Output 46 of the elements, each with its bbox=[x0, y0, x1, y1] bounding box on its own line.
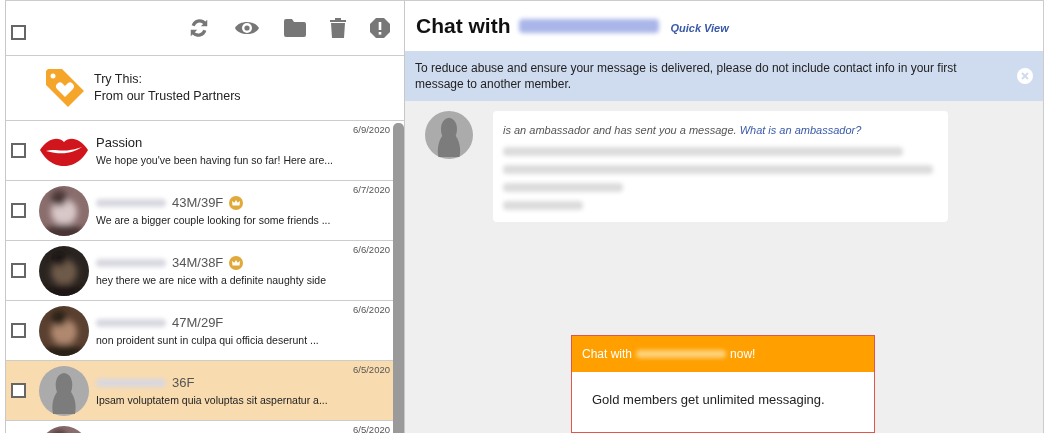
promo-title: Try This: bbox=[94, 71, 143, 88]
message-preview: We are a bigger couple looking for some friends ... bbox=[96, 214, 331, 226]
checkbox[interactable] bbox=[11, 203, 26, 218]
silhouette-avatar bbox=[425, 111, 473, 159]
promo-subtitle: From our Trusted Partners bbox=[94, 88, 241, 105]
notice-text: To reduce abuse and ensure your message is delivered, please do not include contact info in your first message to another member. bbox=[415, 60, 958, 93]
conversation-item[interactable]: 43M/39F We are a bigger couple looking for some friends ... 6/7/2020 bbox=[6, 181, 393, 241]
message-preview: Ipsam voluptatem quia voluptas sit aspernatur a... bbox=[96, 394, 328, 406]
message-preview: hey there we are nice with a definite naughty side bbox=[96, 274, 326, 286]
conversation-item[interactable]: 6/5/2020 bbox=[6, 421, 393, 433]
eye-icon[interactable] bbox=[234, 19, 260, 37]
checkbox[interactable] bbox=[11, 323, 26, 338]
sender-info: 36F bbox=[172, 375, 195, 390]
sender-info: 43M/39F bbox=[172, 195, 224, 210]
message-preview: non proident sunt in culpa qui officia deserunt ... bbox=[96, 334, 319, 346]
conversation-item[interactable]: Passion We hope you've been having fun so far! Here are... 6/9/2020 bbox=[6, 121, 393, 181]
checkbox[interactable] bbox=[11, 383, 26, 398]
scrollbar[interactable] bbox=[393, 123, 404, 433]
folder-icon[interactable] bbox=[284, 19, 306, 37]
message-date: 6/9/2020 bbox=[353, 124, 390, 135]
message-date: 6/5/2020 bbox=[353, 364, 390, 375]
refresh-icon[interactable] bbox=[188, 17, 210, 39]
message-preview: We hope you've been having fun so far! Here are... bbox=[96, 154, 334, 166]
upsell-title: now! bbox=[730, 347, 756, 361]
trash-icon[interactable] bbox=[330, 18, 346, 38]
report-icon[interactable] bbox=[370, 18, 390, 38]
ambassador-link[interactable]: What is an ambassador? bbox=[739, 124, 862, 136]
sender-info: 34M/38F bbox=[172, 255, 224, 270]
conversation-item[interactable]: 36F Ipsam voluptatem quia voluptas sit aspernatur a... 6/5/2020 bbox=[6, 361, 393, 421]
silhouette-avatar bbox=[39, 365, 89, 416]
upsell-title: Chat with bbox=[582, 347, 633, 361]
chat-title: Chat with bbox=[416, 14, 511, 39]
sender-name: Passion bbox=[96, 135, 143, 150]
upsell-text: Gold members get unlimited messaging. bbox=[592, 392, 825, 407]
checkbox[interactable] bbox=[11, 263, 26, 278]
message-intro: is an ambassador and has sent you a message. What is an ambassador? bbox=[503, 124, 862, 136]
message-date: 6/7/2020 bbox=[353, 184, 390, 195]
message-date: 6/6/2020 bbox=[353, 244, 390, 255]
tag-heart-icon bbox=[44, 67, 86, 109]
select-all-checkbox[interactable] bbox=[11, 24, 26, 40]
quick-view-link[interactable]: Quick View bbox=[670, 22, 729, 35]
sender-info: 47M/29F bbox=[172, 315, 224, 330]
message-date: 6/5/2020 bbox=[353, 424, 390, 433]
checkbox[interactable] bbox=[11, 143, 26, 158]
message-date: 6/6/2020 bbox=[353, 304, 390, 315]
conversation-item[interactable]: 34M/38F hey there we are nice with a definite naughty side 6/6/2020 bbox=[6, 241, 393, 301]
